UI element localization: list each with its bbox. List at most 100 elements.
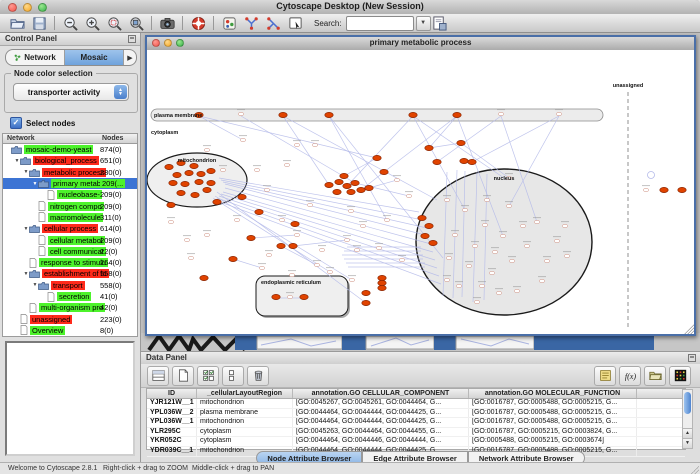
network-node[interactable] xyxy=(462,208,468,211)
scrollbar-thumb[interactable] xyxy=(684,392,691,414)
table-row[interactable]: YKR052Ccytoplasm[GO:0044464, GO:0044446,… xyxy=(147,437,685,447)
column-header[interactable]: annotation.GO MOLECULAR_FUNCTION xyxy=(469,389,637,398)
network-node[interactable] xyxy=(520,224,526,227)
annotation-panel-icon[interactable] xyxy=(594,366,616,386)
network-node[interactable] xyxy=(279,218,285,221)
network-node[interactable] xyxy=(556,112,562,115)
network-node-selected[interactable] xyxy=(343,183,351,188)
tree-row[interactable]: multi-organism pro42(0) xyxy=(3,302,137,313)
network-node-selected[interactable] xyxy=(203,187,211,192)
network-node[interactable] xyxy=(472,244,478,247)
network-node-selected[interactable] xyxy=(362,300,370,305)
network-node[interactable] xyxy=(399,258,405,261)
float-panel-icon[interactable] xyxy=(128,35,136,43)
tree-row[interactable]: nucleobase-209(0) xyxy=(3,189,137,200)
table-row[interactable]: YPL036W__1mitochondrion[GO:0044464, GO:0… xyxy=(147,418,685,428)
network-node[interactable] xyxy=(376,246,382,249)
network-node[interactable] xyxy=(204,148,210,151)
network-node[interactable] xyxy=(492,250,498,253)
table-row[interactable]: YLR295Ccytoplasm[GO:0045263, GO:0044464,… xyxy=(147,428,685,438)
network-node[interactable] xyxy=(524,244,530,247)
network-node-selected[interactable] xyxy=(425,223,433,228)
network-node-selected[interactable] xyxy=(351,180,359,185)
network-node[interactable] xyxy=(188,256,194,259)
network-node-selected[interactable] xyxy=(357,187,365,192)
network-node-selected[interactable] xyxy=(325,182,333,187)
network-node[interactable] xyxy=(184,238,190,241)
network-node[interactable] xyxy=(444,198,450,201)
window-resize-grip[interactable] xyxy=(684,324,694,334)
table-row[interactable]: YJR121W__1mitochondrion[GO:0045267, GO:0… xyxy=(147,399,685,409)
network-node[interactable] xyxy=(562,224,568,227)
network-node[interactable] xyxy=(539,279,545,282)
network-node[interactable] xyxy=(509,259,515,262)
save-attributes-icon[interactable] xyxy=(431,15,449,31)
network-node-selected[interactable] xyxy=(468,159,476,164)
search-input[interactable] xyxy=(346,16,414,31)
network-node-selected[interactable] xyxy=(167,202,175,207)
tree-row[interactable]: ▼transport558(0) xyxy=(3,280,137,291)
tree-row[interactable]: macromolecule311(0) xyxy=(3,212,137,223)
network-node-selected[interactable] xyxy=(378,280,386,285)
network-node[interactable] xyxy=(643,188,649,191)
zoom-out-icon[interactable] xyxy=(61,15,79,31)
network-node-selected[interactable] xyxy=(247,235,255,240)
network-node-selected[interactable] xyxy=(457,140,465,145)
delete-attribute-icon[interactable] xyxy=(247,366,269,386)
network-node[interactable] xyxy=(544,259,550,262)
scroll-down-button[interactable]: ▼ xyxy=(683,438,692,448)
network-node[interactable] xyxy=(534,220,540,223)
unselect-all-attributes-icon[interactable] xyxy=(222,366,244,386)
tree-column-nodes[interactable]: Nodes xyxy=(102,135,123,142)
function-builder-icon[interactable]: f(x) xyxy=(619,366,641,386)
attribute-matrix-icon[interactable] xyxy=(669,366,691,386)
network-node[interactable] xyxy=(498,112,504,115)
snapshot-icon[interactable] xyxy=(158,15,176,31)
network-node-selected[interactable] xyxy=(229,256,237,261)
network-node-selected[interactable] xyxy=(418,215,426,220)
network-node[interactable] xyxy=(240,138,246,141)
network-node-selected[interactable] xyxy=(409,112,417,117)
network-node[interactable] xyxy=(287,295,293,298)
network-node-selected[interactable] xyxy=(238,194,246,199)
network-node-selected[interactable] xyxy=(678,187,686,192)
column-header[interactable]: ID xyxy=(147,389,197,398)
network-node-selected[interactable] xyxy=(425,145,433,150)
zoom-fit-icon[interactable] xyxy=(127,15,145,31)
tree-row[interactable]: secretion41(0) xyxy=(3,291,137,302)
network-node-selected[interactable] xyxy=(181,181,189,186)
network-node-selected[interactable] xyxy=(362,290,370,295)
new-attribute-icon[interactable] xyxy=(172,366,194,386)
save-session-icon[interactable] xyxy=(30,15,48,31)
network-node-selected[interactable] xyxy=(325,112,333,117)
network-node[interactable] xyxy=(394,178,400,181)
tab-mosaic[interactable]: Mosaic xyxy=(65,50,124,65)
network-node[interactable] xyxy=(312,143,318,146)
network-node[interactable] xyxy=(514,289,520,292)
network-node-selected[interactable] xyxy=(177,190,185,195)
network-node-selected[interactable] xyxy=(380,169,388,174)
tree-row[interactable]: ▼establishment of lo558(0) xyxy=(3,268,137,279)
network-node[interactable] xyxy=(444,278,450,281)
network-node-selected[interactable] xyxy=(347,189,355,194)
column-header[interactable]: _cellularLayoutRegion xyxy=(197,389,293,398)
network-node[interactable] xyxy=(406,194,412,197)
network-node-selected[interactable] xyxy=(378,275,386,280)
network-node[interactable] xyxy=(349,278,355,281)
network-node-selected[interactable] xyxy=(190,163,198,168)
tree-row[interactable]: ▼biological_process651(0) xyxy=(3,155,137,166)
network-node[interactable] xyxy=(506,204,512,207)
network-node-selected[interactable] xyxy=(300,294,308,299)
network-node-selected[interactable] xyxy=(165,164,173,169)
network-node-selected[interactable] xyxy=(340,173,348,178)
app-resize-grip[interactable] xyxy=(689,465,699,474)
node-color-dropdown[interactable]: transporter activity ▲▼ xyxy=(13,83,129,101)
select-nodes-checkbox[interactable]: ✓ xyxy=(10,117,22,129)
network-node[interactable] xyxy=(234,218,240,221)
network-node[interactable] xyxy=(289,273,295,276)
tree-row[interactable]: cell communicat22(0) xyxy=(3,246,137,257)
network-node[interactable] xyxy=(204,233,210,236)
network-node-selected[interactable] xyxy=(291,221,299,226)
birds-eye-view[interactable] xyxy=(5,341,135,456)
network-node[interactable] xyxy=(489,271,495,274)
